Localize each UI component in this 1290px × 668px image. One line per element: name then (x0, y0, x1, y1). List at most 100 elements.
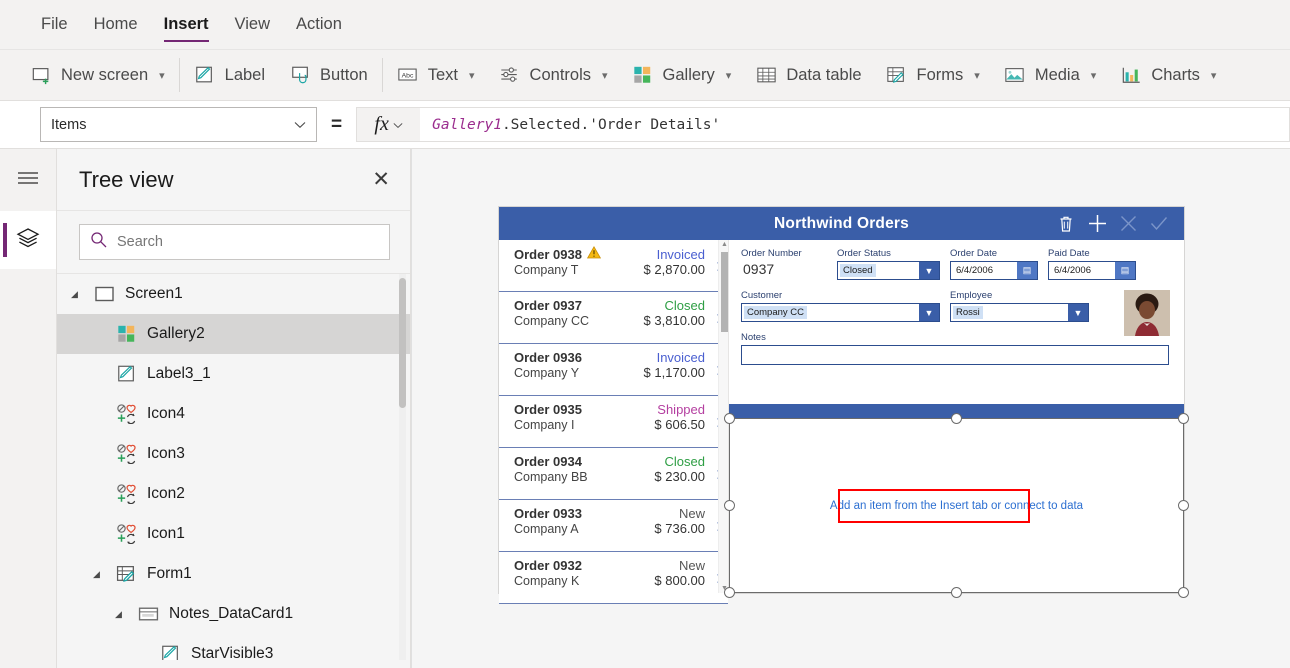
order-date-input[interactable]: 6/4/2006 ▤ (950, 261, 1038, 280)
ribbon-button-media[interactable]: Media ▾ (992, 53, 1108, 97)
media-image-icon (1004, 65, 1026, 85)
tree-node-starvisible3[interactable]: StarVisible3 (57, 634, 410, 660)
chevron-down-icon[interactable]: ▼ (1068, 304, 1088, 321)
resize-handle-top-right[interactable] (1178, 413, 1189, 424)
ribbon-button-label: Label (224, 65, 266, 84)
chevron-down-icon: ▾ (469, 69, 475, 82)
rail-tab-tree-view[interactable] (0, 211, 56, 269)
order-status-dropdown[interactable]: Closed ▼ (837, 261, 940, 280)
tree-node-screen1[interactable]: ◢ Screen1 (57, 274, 410, 314)
resize-handle-bottom-right[interactable] (1178, 587, 1189, 598)
resize-handle-top-left[interactable] (724, 413, 735, 424)
ribbon-button-data-table[interactable]: Data table (743, 53, 873, 97)
icons-group-icon (114, 404, 138, 424)
order-row[interactable]: Order 0932NewCompany K$ 800.00› (499, 552, 728, 604)
resize-handle-middle-left[interactable] (724, 499, 735, 511)
order-amount: $ 736.00 (654, 521, 705, 536)
search-input[interactable]: Search (79, 224, 390, 260)
menu-item-view[interactable]: View (222, 0, 283, 49)
ribbon-button-charts[interactable]: Charts ▾ (1108, 53, 1228, 97)
equals-sign: = (331, 113, 343, 135)
order-company: Company A (514, 521, 579, 536)
left-rail (0, 149, 57, 668)
ribbon-separator (381, 58, 383, 92)
fx-icon: fx (374, 113, 389, 135)
chevron-down-icon[interactable]: ▼ (919, 304, 939, 321)
scroll-up-icon[interactable]: ▲ (721, 241, 728, 248)
property-select-value: Items (51, 116, 87, 133)
hamburger-menu-button[interactable] (0, 149, 56, 211)
tree-node-gallery2[interactable]: Gallery2 (57, 314, 410, 354)
order-detail-panel: Order Number 0937 Order Status Closed ▼ (724, 240, 1189, 598)
order-id-text: Order 0937 (514, 298, 582, 313)
delete-icon[interactable] (1055, 213, 1077, 235)
calendar-icon[interactable]: ▤ (1115, 262, 1135, 279)
employee-label: Employee (950, 290, 993, 301)
customer-value: Company CC (744, 306, 808, 319)
menu-item-insert[interactable]: Insert (151, 0, 222, 49)
tree-node-label3_1[interactable]: Label3_1 (57, 354, 410, 394)
menu-item-file[interactable]: File (28, 0, 81, 49)
order-status-badge: New (678, 506, 705, 521)
tree-scrollbar-thumb[interactable] (399, 278, 406, 408)
tree-node-icon1[interactable]: Icon1 (57, 514, 410, 554)
employee-dropdown[interactable]: Rossi ▼ (950, 303, 1089, 322)
tree-node-icon3[interactable]: Icon3 (57, 434, 410, 474)
notes-input[interactable] (741, 345, 1169, 365)
tree-view-title: Tree view (79, 166, 174, 192)
insert-ribbon: New screen ▾ Label Button Abc Text ▾ Controls ▾ G… (0, 50, 1290, 101)
employee-avatar (1124, 290, 1170, 336)
resize-handle-bottom-center[interactable] (950, 587, 962, 598)
property-select[interactable]: Items (40, 107, 317, 142)
employee-field: Employee Rossi ▼ (950, 290, 1089, 322)
tree-node-icon2[interactable]: Icon2 (57, 474, 410, 514)
empty-gallery-message[interactable]: Add an item from the Insert tab or conne… (730, 500, 1183, 512)
order-company: Company I (514, 417, 575, 432)
tree-node-form1[interactable]: ◢ Form1 (57, 554, 410, 594)
close-icon[interactable]: ✕ (372, 169, 390, 190)
order-status-field: Order Status Closed ▼ (837, 248, 940, 280)
caret-expanded-icon[interactable]: ◢ (71, 289, 83, 300)
menu-item-action[interactable]: Action (283, 0, 355, 49)
ribbon-button-label[interactable]: Label (182, 53, 277, 97)
calendar-icon[interactable]: ▤ (1017, 262, 1037, 279)
add-icon[interactable] (1086, 213, 1108, 235)
selected-empty-gallery[interactable]: Add an item from the Insert tab or conne… (724, 413, 1189, 598)
chevron-down-icon[interactable]: ▼ (919, 262, 939, 279)
tree-node-label: Icon2 (147, 485, 185, 502)
caret-expanded-icon[interactable]: ◢ (115, 609, 127, 620)
caret-expanded-icon[interactable]: ◢ (93, 569, 105, 580)
order-row[interactable]: Order 0937ClosedCompany CC$ 3,810.00› (499, 292, 728, 344)
order-row[interactable]: Order 0935ShippedCompany I$ 606.50› (499, 396, 728, 448)
order-number-value: 0937 (743, 261, 775, 277)
ribbon-button-forms[interactable]: Forms ▾ (874, 53, 992, 97)
ribbon-button-gallery[interactable]: Gallery ▾ (620, 53, 744, 97)
ribbon-button-text[interactable]: Abc Text ▾ (385, 53, 487, 97)
screen-icon (92, 284, 116, 304)
cancel-icon[interactable] (1117, 213, 1139, 235)
fx-button[interactable]: fx (356, 107, 421, 142)
orders-gallery: Order 0938InvoicedCompany T$ 2,870.00›Or… (499, 240, 729, 604)
customer-dropdown[interactable]: Company CC ▼ (741, 303, 940, 322)
menu-item-home[interactable]: Home (81, 0, 151, 49)
formula-input[interactable]: Gallery1 .Selected.'Order Details' (420, 107, 1290, 142)
order-id: Order 0938 (514, 245, 602, 262)
order-row[interactable]: Order 0934ClosedCompany BB$ 230.00› (499, 448, 728, 500)
order-status-badge: Invoiced (656, 246, 705, 262)
ribbon-button-button[interactable]: Button (277, 53, 380, 97)
order-row[interactable]: Order 0933NewCompany A$ 736.00› (499, 500, 728, 552)
order-status-badge: New (678, 558, 705, 573)
tree-node-icon4[interactable]: Icon4 (57, 394, 410, 434)
gallery-scrollbar-thumb[interactable] (721, 252, 728, 332)
resize-handle-bottom-left[interactable] (724, 587, 735, 598)
tree-node-notes_datacard1[interactable]: ◢ Notes_DataCard1 (57, 594, 410, 634)
order-row[interactable]: Order 0938InvoicedCompany T$ 2,870.00› (499, 240, 728, 292)
ribbon-button-new-screen[interactable]: New screen ▾ (18, 53, 177, 97)
resize-handle-middle-right[interactable] (1178, 499, 1189, 511)
paid-date-input[interactable]: 6/4/2006 ▤ (1048, 261, 1136, 280)
ribbon-button-controls[interactable]: Controls ▾ (487, 53, 620, 97)
confirm-icon[interactable] (1148, 213, 1170, 235)
resize-handle-top-center[interactable] (950, 413, 962, 424)
customer-label: Customer (741, 290, 783, 301)
order-row[interactable]: Order 0936InvoicedCompany Y$ 1,170.00› (499, 344, 728, 396)
